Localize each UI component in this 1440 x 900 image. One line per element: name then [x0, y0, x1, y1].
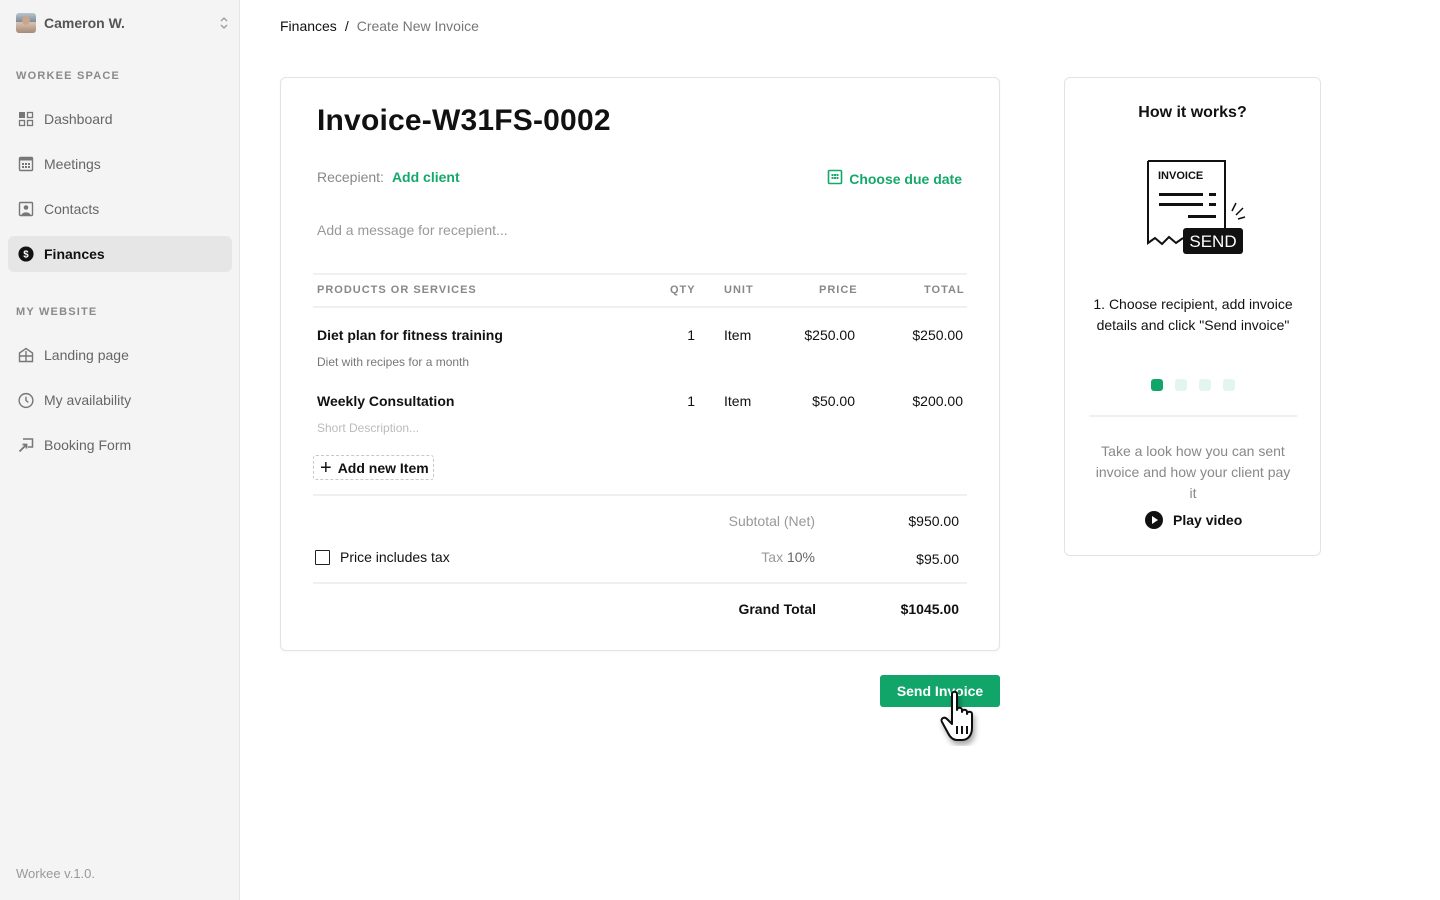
breadcrumb: Finances / Create New Invoice [280, 18, 479, 34]
invoice-title: Invoice-W31FS-0002 [317, 104, 611, 137]
item-price[interactable]: $250.00 [775, 327, 855, 343]
sidebar-item-label: Meetings [44, 156, 101, 172]
item-qty[interactable]: 1 [675, 327, 695, 343]
sidebar-item-dashboard[interactable]: Dashboard [8, 101, 232, 137]
contact-card-icon [18, 201, 34, 217]
divider [1089, 415, 1297, 417]
price-includes-tax-label: Price includes tax [340, 549, 450, 565]
grand-total-value: $1045.00 [900, 601, 959, 617]
sidebar: Cameron W. WORKEE SPACE Dashboard Meetin… [0, 0, 240, 900]
checkbox[interactable] [315, 549, 330, 565]
grand-total-label: Grand Total [738, 601, 816, 617]
play-video-button[interactable]: Play video [1145, 511, 1242, 529]
item-unit[interactable]: Item [724, 393, 751, 409]
sidebar-item-finances[interactable]: $ Finances [8, 236, 232, 272]
step-dot-1[interactable] [1151, 379, 1163, 391]
svg-text:$: $ [23, 250, 29, 261]
sidebar-item-booking-form[interactable]: Booking Form [8, 427, 232, 463]
column-header-total: TOTAL [924, 284, 965, 296]
landing-page-icon [18, 347, 34, 363]
item-total: $200.00 [912, 393, 963, 409]
sidebar-item-landing-page[interactable]: Landing page [8, 337, 232, 373]
calendar-icon [18, 156, 34, 172]
avatar [16, 13, 36, 33]
sidebar-item-my-availability[interactable]: My availability [8, 382, 232, 418]
sidebar-item-meetings[interactable]: Meetings [8, 146, 232, 182]
message-input[interactable] [317, 222, 957, 238]
step-dot-3[interactable] [1199, 379, 1211, 391]
sidebar-item-label: My availability [44, 392, 132, 408]
sidebar-item-label: Landing page [44, 347, 129, 363]
add-client-link[interactable]: Add client [392, 169, 460, 185]
choose-due-date-label: Choose due date [849, 170, 962, 187]
item-total: $250.00 [912, 327, 963, 343]
step-dot-4[interactable] [1223, 379, 1235, 391]
tax-value: $95.00 [916, 551, 959, 567]
item-price[interactable]: $50.00 [775, 393, 855, 409]
step-description: 1. Choose recipient, add invoice details… [1093, 296, 1293, 333]
sidebar-item-label: Finances [44, 246, 105, 262]
hand-pointer-cursor-icon [938, 690, 992, 746]
app-version: Workee v.1.0. [16, 866, 95, 881]
help-title: How it works? [1138, 104, 1247, 121]
recipient-label: Recepient: [317, 169, 384, 185]
play-icon [1145, 511, 1163, 529]
column-header-price: PRICE [819, 284, 858, 296]
breadcrumb-separator: / [344, 18, 349, 34]
divider [313, 494, 967, 496]
step-dot-2[interactable] [1175, 379, 1187, 391]
item-qty[interactable]: 1 [675, 393, 695, 409]
booking-form-icon [18, 437, 34, 453]
breadcrumb-finances[interactable]: Finances [280, 18, 337, 34]
play-video-label: Play video [1173, 512, 1243, 528]
column-header-product: PRODUCTS OR SERVICES [317, 284, 477, 296]
breadcrumb-current: Create New Invoice [356, 18, 479, 34]
sidebar-item-label: Booking Form [44, 437, 132, 453]
sidebar-item-contacts[interactable]: Contacts [8, 191, 232, 227]
invoice-send-illustration: INVOICE SEND [1145, 158, 1250, 258]
user-name: Cameron W. [44, 15, 125, 31]
add-new-item-button[interactable]: + Add new Item [313, 455, 434, 480]
add-new-item-label: Add new Item [337, 459, 429, 476]
tax-rate[interactable]: 10% [787, 549, 815, 565]
invoice-card: Invoice-W31FS-0002 Recepient: Add client… [280, 77, 1000, 651]
chevron-up-down-icon[interactable] [220, 17, 228, 29]
divider [313, 582, 967, 584]
dollar-circle-icon: $ [18, 246, 34, 262]
tax-label: Tax [761, 549, 784, 565]
illustration-send-label: SEND [1189, 232, 1236, 251]
section-label-my-website: MY WEBSITE [16, 306, 98, 318]
item-description[interactable]: Diet with recipes for a month [317, 355, 469, 369]
divider [313, 306, 967, 308]
subtotal-label: Subtotal (Net) [728, 513, 815, 529]
item-name[interactable]: Diet plan for fitness training [317, 327, 503, 343]
clock-icon [18, 392, 34, 408]
recipient-row: Recepient: Add client [317, 169, 460, 185]
subtotal-value: $950.00 [908, 513, 959, 529]
sidebar-item-label: Contacts [44, 201, 100, 217]
tax-row-label: Tax 10% [665, 549, 815, 565]
step-pagination [1151, 379, 1235, 391]
divider [313, 273, 967, 275]
item-description-input[interactable]: Short Description... [317, 421, 419, 435]
calendar-icon [827, 169, 843, 188]
choose-due-date-button[interactable]: Choose due date [827, 169, 962, 188]
video-description: Take a look how you can sent invoice and… [1095, 443, 1291, 501]
dashboard-grid-icon [18, 111, 34, 127]
section-label-workee-space: WORKEE SPACE [16, 70, 121, 82]
price-includes-tax-checkbox[interactable]: Price includes tax [315, 549, 450, 565]
item-name[interactable]: Weekly Consultation [317, 393, 454, 409]
user-switcher[interactable]: Cameron W. [16, 12, 228, 34]
column-header-unit: UNIT [724, 284, 754, 296]
sidebar-item-label: Dashboard [44, 111, 113, 127]
item-unit[interactable]: Item [724, 327, 751, 343]
illustration-invoice-label: INVOICE [1158, 170, 1203, 182]
how-it-works-panel: How it works? INVOICE SEND 1. Choose rec… [1064, 77, 1321, 556]
plus-icon: + [320, 456, 332, 479]
column-header-qty: QTY [670, 284, 696, 296]
